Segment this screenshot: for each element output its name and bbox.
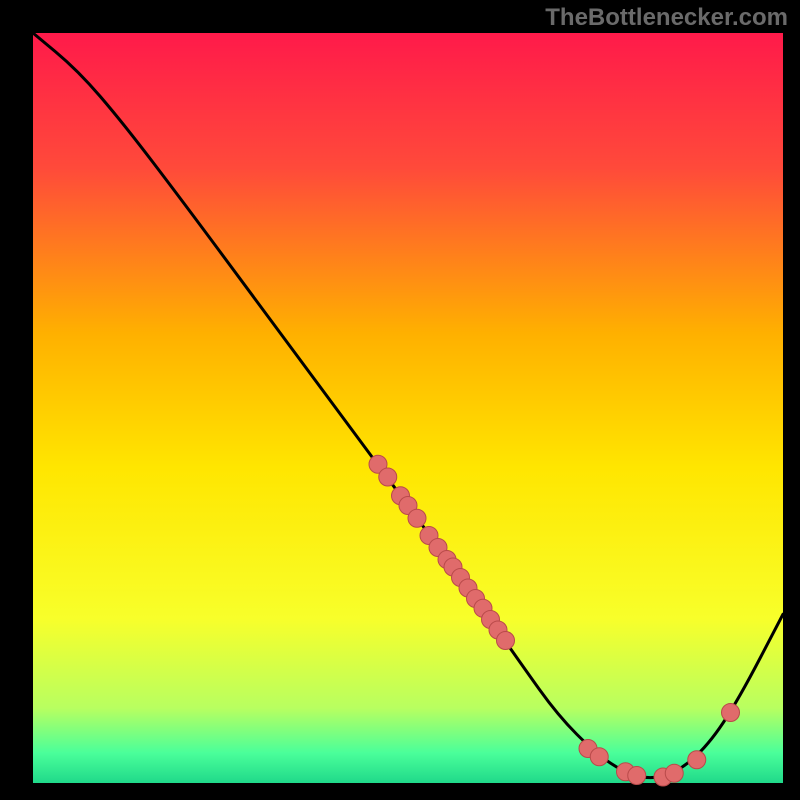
data-point bbox=[688, 751, 706, 769]
data-point bbox=[379, 468, 397, 486]
bottleneck-chart bbox=[0, 0, 800, 800]
data-point bbox=[665, 764, 683, 782]
chart-container: TheBottlenecker.com bbox=[0, 0, 800, 800]
data-point bbox=[628, 767, 646, 785]
data-point bbox=[722, 704, 740, 722]
data-point bbox=[590, 748, 608, 766]
data-point bbox=[408, 509, 426, 527]
plot-background bbox=[33, 33, 783, 783]
attribution-label: TheBottlenecker.com bbox=[545, 4, 788, 32]
data-point bbox=[497, 632, 515, 650]
